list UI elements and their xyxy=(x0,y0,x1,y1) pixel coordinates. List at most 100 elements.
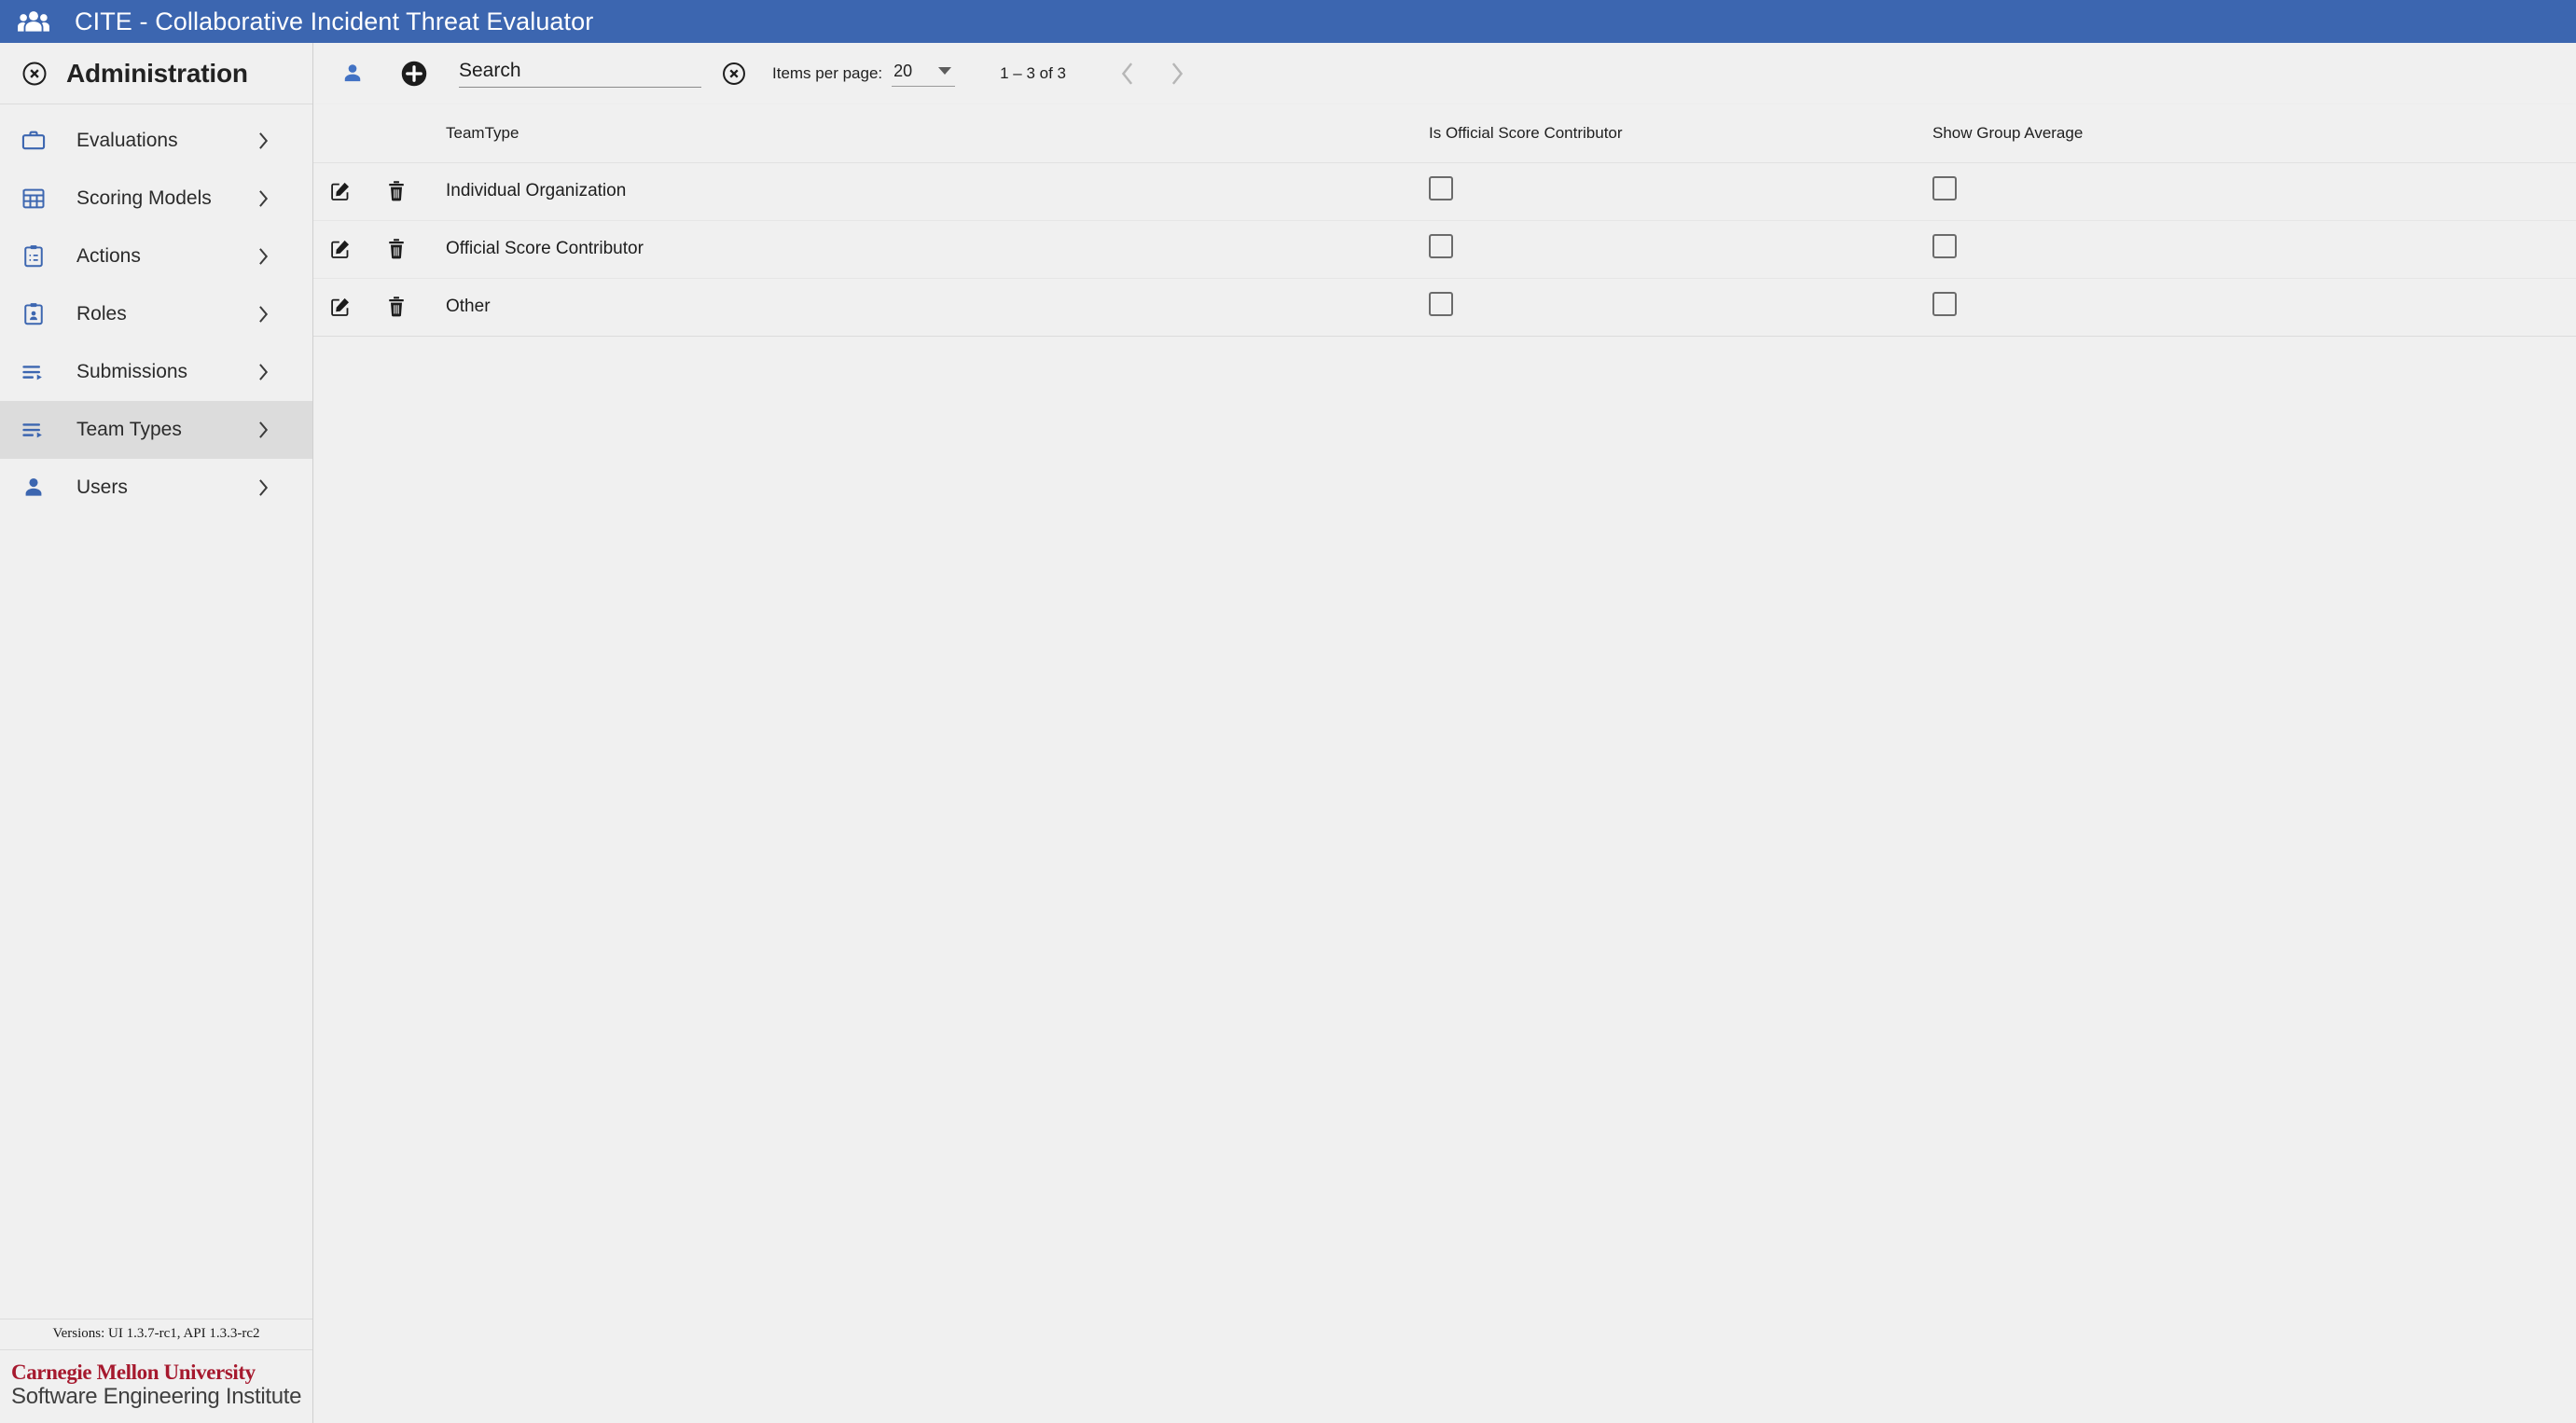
close-circle-icon[interactable] xyxy=(21,60,48,88)
clear-circle-icon[interactable] xyxy=(716,56,752,91)
is-official-score-contributor-checkbox[interactable] xyxy=(1429,176,1453,200)
sidebar-nav: Evaluations Scoring Models Actions Roles… xyxy=(0,104,312,1319)
cell-show-group-average xyxy=(1932,162,2399,221)
show-group-average-checkbox[interactable] xyxy=(1932,234,1957,258)
page-size-select[interactable]: 20 xyxy=(892,61,956,87)
sidebar: Administration Evaluations Scoring Model… xyxy=(0,43,313,1423)
cell-delete xyxy=(369,278,422,337)
table-header-row: TeamType Is Official Score Contributor S… xyxy=(313,104,2576,163)
cell-team-type: Other xyxy=(422,278,1429,337)
team-types-table-card: TeamType Is Official Score Contributor S… xyxy=(313,104,2576,337)
sidebar-item-label: Evaluations xyxy=(76,130,178,151)
cell-spacer xyxy=(2399,162,2576,221)
app-shell: Administration Evaluations Scoring Model… xyxy=(0,43,2576,1423)
trash-icon[interactable] xyxy=(379,173,414,209)
cell-spacer xyxy=(2399,278,2576,337)
trash-icon[interactable] xyxy=(379,289,414,325)
pagination-range-label: 1 – 3 of 3 xyxy=(1000,64,1067,82)
cell-delete xyxy=(369,162,422,221)
edit-pencil-square-icon[interactable] xyxy=(323,231,358,267)
chevron-right-icon xyxy=(256,305,270,324)
header-team-type: TeamType xyxy=(422,104,1429,163)
table-header: TeamType Is Official Score Contributor S… xyxy=(313,104,2576,163)
cell-is-official-score-contributor xyxy=(1429,162,1932,221)
sidebar-item-label: Users xyxy=(76,477,128,498)
header-spacer xyxy=(2399,104,2576,163)
search-field-wrapper xyxy=(459,52,701,95)
is-official-score-contributor-checkbox[interactable] xyxy=(1429,234,1453,258)
sidebar-item-label: Roles xyxy=(76,303,127,325)
chevron-right-icon xyxy=(256,478,270,497)
sidebar-item-evaluations[interactable]: Evaluations xyxy=(0,112,312,170)
chevron-down-icon xyxy=(938,67,952,75)
sidebar-item-submissions[interactable]: Submissions xyxy=(0,343,312,401)
sidebar-header: Administration xyxy=(0,43,312,104)
sidebar-item-roles[interactable]: Roles xyxy=(0,285,312,343)
header-delete xyxy=(369,104,422,163)
content-empty-area xyxy=(313,336,2576,1423)
chevron-right-icon xyxy=(256,189,270,208)
briefcase-icon xyxy=(21,128,52,154)
header-is-official-score-contributor: Is Official Score Contributor xyxy=(1429,104,1932,163)
is-official-score-contributor-checkbox[interactable] xyxy=(1429,292,1453,316)
sidebar-item-users[interactable]: Users xyxy=(0,459,312,517)
cell-edit xyxy=(313,162,369,221)
trash-icon[interactable] xyxy=(379,231,414,267)
cell-edit xyxy=(313,278,369,337)
cell-is-official-score-contributor xyxy=(1429,220,1932,279)
logo-line-carnegie-mellon: Carnegie Mellon University xyxy=(11,1361,256,1385)
chevron-right-icon[interactable] xyxy=(1156,53,1197,94)
chevron-left-icon[interactable] xyxy=(1107,53,1148,94)
playlist-play-icon xyxy=(21,417,52,443)
sidebar-item-actions[interactable]: Actions xyxy=(0,228,312,285)
person-icon xyxy=(21,475,52,501)
sidebar-item-label: Submissions xyxy=(76,361,188,382)
cell-team-type: Official Score Contributor xyxy=(422,220,1429,279)
team-types-table: TeamType Is Official Score Contributor S… xyxy=(313,104,2576,337)
page-title: Administration xyxy=(66,58,248,88)
items-per-page-label: Items per page: xyxy=(772,64,883,82)
items-per-page-group: Items per page: 20 xyxy=(772,61,956,87)
table-row: Individual Organization xyxy=(313,162,2576,221)
cell-team-type: Individual Organization xyxy=(422,162,1429,221)
clipboard-user-icon xyxy=(21,301,52,327)
playlist-play-icon xyxy=(21,359,52,385)
sidebar-item-team-types[interactable]: Team Types xyxy=(0,401,312,459)
edit-pencil-square-icon[interactable] xyxy=(323,173,358,209)
cell-edit xyxy=(313,220,369,279)
cmu-sei-logo: Carnegie Mellon University Software Engi… xyxy=(0,1350,312,1423)
chevron-right-icon xyxy=(256,421,270,439)
sidebar-item-label: Actions xyxy=(76,245,141,267)
clipboard-list-icon xyxy=(21,243,52,269)
cell-is-official-score-contributor xyxy=(1429,278,1932,337)
table-row: Official Score Contributor xyxy=(313,220,2576,279)
show-group-average-checkbox[interactable] xyxy=(1932,176,1957,200)
cell-show-group-average xyxy=(1932,278,2399,337)
logo-line-sei: Software Engineering Institute xyxy=(11,1384,302,1410)
versions-label: Versions: UI 1.3.7-rc1, API 1.3.3-rc2 xyxy=(0,1319,312,1351)
page-size-value: 20 xyxy=(893,61,913,80)
person-add-icon[interactable] xyxy=(332,53,373,94)
edit-pencil-square-icon[interactable] xyxy=(323,289,358,325)
add-circle-icon[interactable] xyxy=(394,53,435,94)
chevron-right-icon xyxy=(256,247,270,266)
app-header-bar: CITE - Collaborative Incident Threat Eva… xyxy=(0,0,2576,43)
table-body: Individual Organization Official Score C… xyxy=(313,162,2576,337)
chevron-right-icon xyxy=(256,363,270,381)
app-title: CITE - Collaborative Incident Threat Eva… xyxy=(75,7,594,35)
chevron-right-icon xyxy=(256,131,270,150)
sidebar-item-label: Team Types xyxy=(76,419,182,440)
sidebar-item-scoring-models[interactable]: Scoring Models xyxy=(0,170,312,228)
show-group-average-checkbox[interactable] xyxy=(1932,292,1957,316)
cell-spacer xyxy=(2399,220,2576,279)
main-content: Items per page: 20 1 – 3 of 3 xyxy=(313,43,2576,1423)
grid-table-icon xyxy=(21,186,52,212)
cell-show-group-average xyxy=(1932,220,2399,279)
table-row: Other xyxy=(313,278,2576,337)
table-toolbar: Items per page: 20 1 – 3 of 3 xyxy=(313,43,2576,104)
header-edit xyxy=(313,104,369,163)
cell-delete xyxy=(369,220,422,279)
header-show-group-average: Show Group Average xyxy=(1932,104,2399,163)
sidebar-item-label: Scoring Models xyxy=(76,187,212,209)
search-input[interactable] xyxy=(459,60,701,88)
